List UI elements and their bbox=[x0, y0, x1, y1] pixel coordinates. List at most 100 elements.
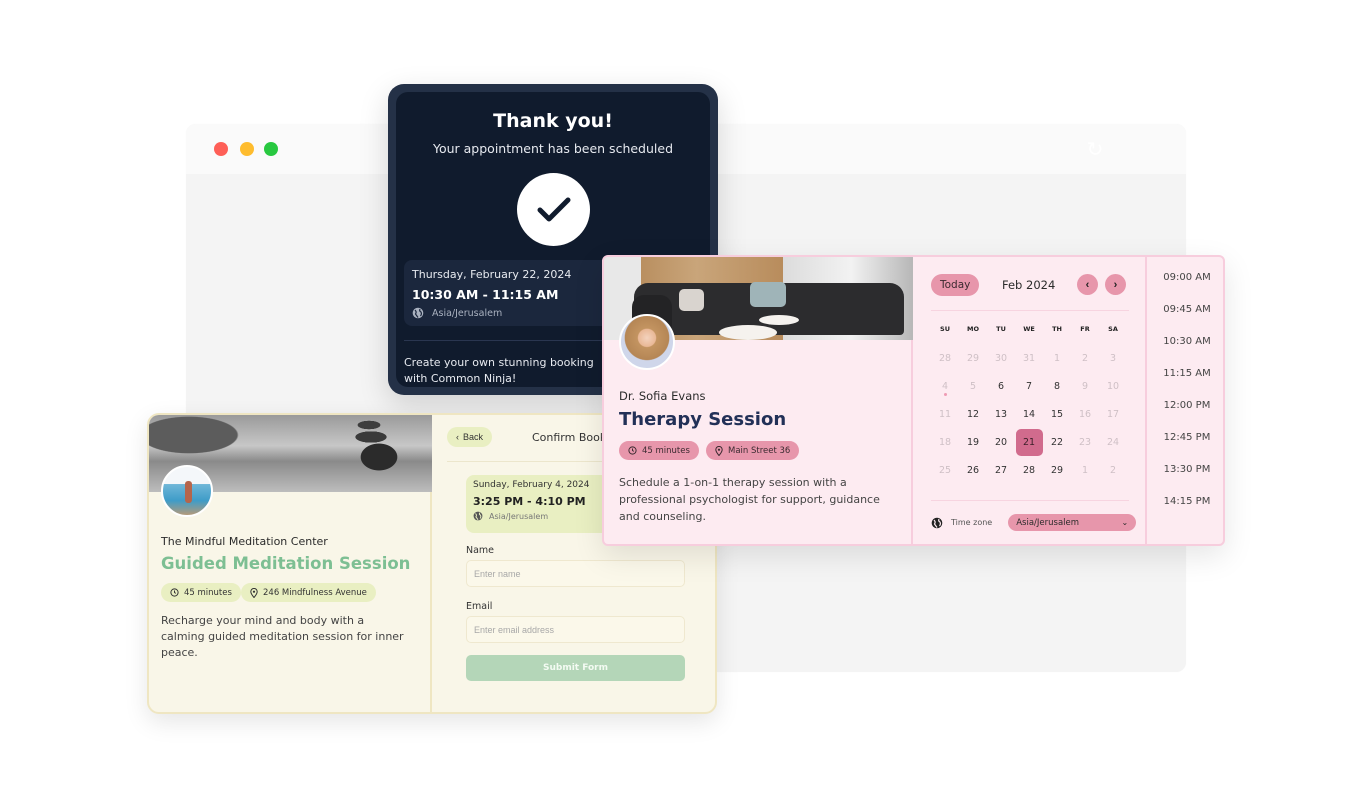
day-cell: 11 bbox=[931, 400, 959, 428]
calendar-day[interactable]: 6 bbox=[987, 372, 1015, 400]
calendar-day[interactable]: 29 bbox=[1043, 456, 1071, 484]
calendar-day[interactable]: 13 bbox=[987, 400, 1015, 428]
reload-icon[interactable]: ↻ bbox=[1084, 138, 1106, 160]
calendar-day: 11 bbox=[931, 400, 959, 428]
globe-icon bbox=[412, 307, 424, 319]
timezone-select[interactable]: Asia/Jerusalem ⌄ bbox=[1008, 514, 1137, 531]
banner-pillow bbox=[679, 289, 704, 311]
day-cell: 13 bbox=[987, 400, 1015, 428]
location-text: Main Street 36 bbox=[728, 445, 791, 456]
time-slot[interactable]: 13:30 PM bbox=[1149, 464, 1223, 475]
day-cell: 3 bbox=[1099, 344, 1127, 372]
calendar-day[interactable]: 7 bbox=[1015, 372, 1043, 400]
duration-text: 45 minutes bbox=[642, 445, 690, 456]
calendar-day[interactable]: 27 bbox=[987, 456, 1015, 484]
duration-chip: 45 minutes bbox=[161, 583, 241, 602]
calendar-day[interactable]: 14 bbox=[1015, 400, 1043, 428]
time-slot[interactable]: 12:00 PM bbox=[1149, 400, 1223, 411]
day-number: 3 bbox=[1109, 352, 1117, 364]
calendar-day: 2 bbox=[1071, 344, 1099, 372]
day-cell: 10 bbox=[1099, 372, 1127, 400]
calendar-day[interactable]: 20 bbox=[987, 428, 1015, 456]
calendar-day: 31 bbox=[1015, 344, 1043, 372]
organization-name: The Mindful Meditation Center bbox=[161, 535, 328, 548]
day-number: 13 bbox=[994, 408, 1008, 420]
divider bbox=[931, 310, 1129, 311]
calendar-day: 9 bbox=[1071, 372, 1099, 400]
maximize-window-button[interactable] bbox=[264, 142, 278, 156]
timezone-text: Asia/Jerusalem bbox=[432, 307, 503, 319]
banner-table bbox=[759, 315, 799, 325]
day-number: 5 bbox=[969, 380, 977, 392]
day-number: 27 bbox=[994, 464, 1008, 476]
weekday-label: SU bbox=[940, 325, 950, 333]
calendar-day[interactable]: 15 bbox=[1043, 400, 1071, 428]
today-button[interactable]: Today bbox=[931, 274, 980, 296]
day-number: 7 bbox=[1025, 380, 1033, 392]
timezone-text: Asia/Jerusalem bbox=[489, 511, 549, 521]
calendar-day[interactable]: 22 bbox=[1043, 428, 1071, 456]
day-cell: 12 bbox=[959, 400, 987, 428]
calendar-day[interactable]: 26 bbox=[959, 456, 987, 484]
therapy-booking-card: Dr. Sofia Evans Therapy Session 45 minut… bbox=[602, 255, 1225, 546]
calendar-day: 3 bbox=[1099, 344, 1127, 372]
time-slot[interactable]: 14:15 PM bbox=[1149, 496, 1223, 507]
time-slot[interactable]: 09:00 AM bbox=[1149, 272, 1223, 283]
day-cell: 20 bbox=[987, 428, 1015, 456]
chevron-right-icon: › bbox=[1113, 278, 1118, 291]
next-month-button[interactable]: › bbox=[1105, 274, 1126, 295]
weekday-label: SA bbox=[1108, 325, 1118, 333]
banner-table bbox=[719, 325, 777, 340]
promo-text[interactable]: Create your own stunning booking with Co… bbox=[404, 355, 594, 387]
time-slot[interactable]: 09:45 AM bbox=[1149, 304, 1223, 315]
day-number: 15 bbox=[1050, 408, 1064, 420]
day-cell: 9 bbox=[1071, 372, 1099, 400]
day-cell: 1 bbox=[1043, 344, 1071, 372]
calendar-day[interactable]: 12 bbox=[959, 400, 987, 428]
day-number: 21 bbox=[1022, 436, 1036, 448]
day-cell: 14 bbox=[1015, 400, 1043, 428]
duration-text: 45 minutes bbox=[184, 587, 232, 598]
day-number: 2 bbox=[1081, 352, 1089, 364]
prev-month-button[interactable]: ‹ bbox=[1077, 274, 1098, 295]
time-slot[interactable]: 10:30 AM bbox=[1149, 336, 1223, 347]
day-cell: 1 bbox=[1071, 456, 1099, 484]
day-number: 1 bbox=[1053, 352, 1061, 364]
calendar-day[interactable]: 19 bbox=[959, 428, 987, 456]
calendar-day: 23 bbox=[1071, 428, 1099, 456]
globe-icon bbox=[473, 511, 483, 521]
day-number: 31 bbox=[1022, 352, 1036, 364]
day-cell: 4 bbox=[931, 372, 959, 400]
location-text: 246 Mindfulness Avenue bbox=[263, 587, 367, 598]
location-pin-icon bbox=[250, 587, 258, 598]
selected-day[interactable]: 21 bbox=[1015, 428, 1043, 456]
therapy-service-info: Dr. Sofia Evans Therapy Session 45 minut… bbox=[604, 257, 913, 544]
service-title: Therapy Session bbox=[619, 409, 787, 430]
day-number: 23 bbox=[1078, 436, 1092, 448]
time-slot[interactable]: 11:15 AM bbox=[1149, 368, 1223, 379]
calendar-day: 4 bbox=[931, 372, 959, 400]
email-input[interactable] bbox=[466, 616, 685, 643]
time-slot[interactable]: 12:45 PM bbox=[1149, 432, 1223, 443]
calendar-day: 28 bbox=[931, 344, 959, 372]
day-cell: 28 bbox=[931, 344, 959, 372]
day-number: 26 bbox=[966, 464, 980, 476]
calendar-day: 5 bbox=[959, 372, 987, 400]
today-indicator bbox=[943, 393, 947, 396]
calendar-day[interactable]: 8 bbox=[1043, 372, 1071, 400]
day-number: 18 bbox=[938, 436, 952, 448]
name-input[interactable] bbox=[466, 560, 685, 587]
calendar-day: 30 bbox=[987, 344, 1015, 372]
submit-form-button[interactable]: Submit Form bbox=[466, 655, 685, 681]
day-cell: 6 bbox=[987, 372, 1015, 400]
day-number: 8 bbox=[1053, 380, 1061, 392]
confirmation-subtitle: Your appointment has been scheduled bbox=[432, 141, 674, 156]
day-number: 24 bbox=[1106, 436, 1120, 448]
back-button[interactable]: ‹ Back bbox=[447, 427, 493, 447]
weekday-header: SU MO TU WE TH FR SA bbox=[931, 325, 1127, 333]
calendar-day[interactable]: 28 bbox=[1015, 456, 1043, 484]
minimize-window-button[interactable] bbox=[240, 142, 254, 156]
day-cell: 28 bbox=[1015, 456, 1043, 484]
close-window-button[interactable] bbox=[214, 142, 228, 156]
day-number: 20 bbox=[994, 436, 1008, 448]
